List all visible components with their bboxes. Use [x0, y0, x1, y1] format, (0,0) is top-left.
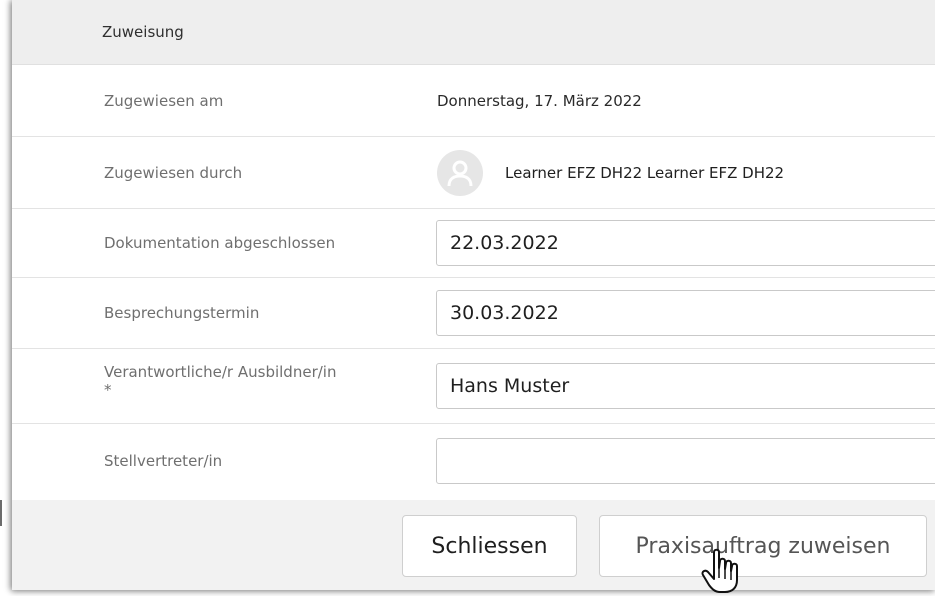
row-deputy: Stellvertreter/in [12, 424, 935, 497]
row-assigned-by: Zugewiesen durch Learner EFZ DH22 Learne… [12, 137, 935, 209]
section-title: Zuweisung [102, 23, 184, 41]
assign-practical-task-button[interactable]: Praxisauftrag zuweisen [599, 515, 927, 577]
deputy-input[interactable] [436, 437, 935, 484]
assignment-dialog: Zuweisung Zugewiesen am Donnerstag, 17. … [12, 0, 935, 590]
dialog-footer: Schliessen Praxisauftrag zuweisen [12, 500, 935, 590]
responsible-trainer-label: Verantwortliche/r Ausbildner/in * [12, 349, 342, 399]
assigned-by-person: Learner EFZ DH22 Learner EFZ DH22 [437, 149, 785, 196]
documentation-completed-date-input[interactable]: 22.03.2022 [436, 220, 935, 266]
row-documentation-completed: Dokumentation abgeschlossen 22.03.2022 [12, 209, 935, 278]
meeting-date-label: Besprechungstermin [104, 304, 260, 322]
user-avatar-icon [437, 149, 483, 196]
responsible-trainer-label-text: Verantwortliche/r Ausbildner/in [104, 363, 337, 381]
required-marker: * [104, 381, 112, 399]
documentation-completed-label: Dokumentation abgeschlossen [104, 234, 336, 252]
row-responsible-trainer: Verantwortliche/r Ausbildner/in * Hans M… [12, 349, 935, 424]
assigned-by-label: Zugewiesen durch [104, 163, 243, 182]
deputy-label: Stellvertreter/in [104, 451, 223, 470]
assigned-on-value: Donnerstag, 17. März 2022 [437, 91, 642, 110]
meeting-date-input[interactable]: 30.03.2022 [436, 290, 935, 336]
row-assigned-on: Zugewiesen am Donnerstag, 17. März 2022 [12, 65, 935, 137]
assigned-on-label: Zugewiesen am [104, 91, 224, 110]
row-meeting-date: Besprechungstermin 30.03.2022 [12, 278, 935, 349]
responsible-trainer-input[interactable]: Hans Muster [436, 363, 935, 409]
assigned-by-name: Learner EFZ DH22 Learner EFZ DH22 [505, 163, 785, 182]
section-header: Zuweisung [12, 0, 935, 65]
close-button[interactable]: Schliessen [402, 515, 577, 577]
background-divider [0, 500, 2, 526]
